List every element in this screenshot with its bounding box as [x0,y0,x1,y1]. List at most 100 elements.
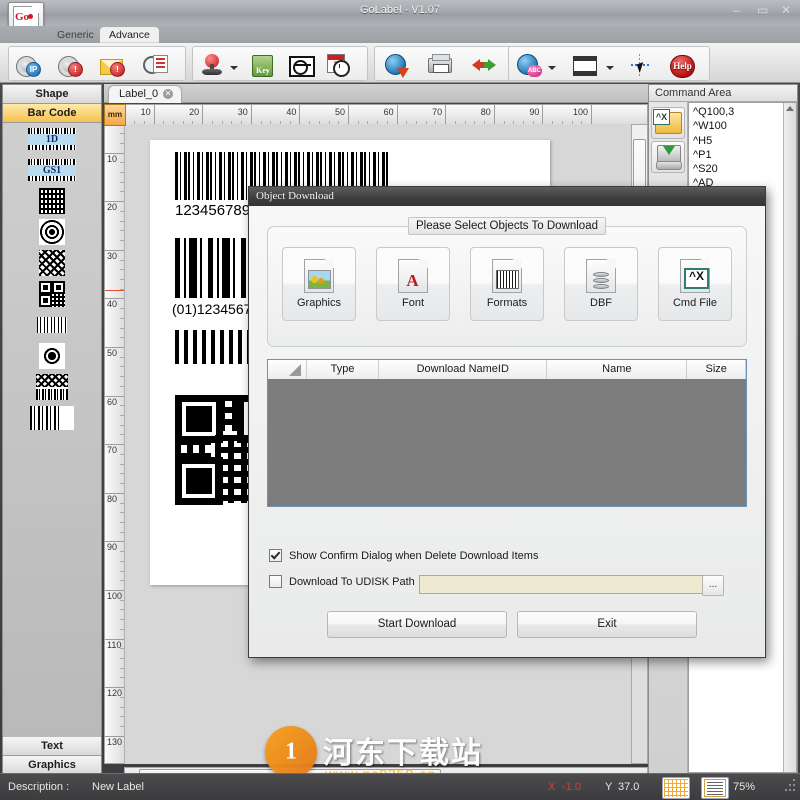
udisk-path-input[interactable] [419,575,704,594]
minimize-button[interactable]: – [732,4,746,18]
pdf417-icon [37,317,67,333]
tab-generic[interactable]: Generic [48,27,103,43]
application-window: GoLabel - V1.07 – ▭ ✕ Go Generic Advance… [0,0,800,800]
abc-badge-icon: ABC [527,65,542,77]
document-tab-label_0[interactable]: Label_0✕ [108,85,182,103]
download-udisk-option[interactable]: Download To UDISK Path ... [269,575,729,588]
ruler-tick [251,105,252,125]
ruler-tick-label: 20 [107,202,117,212]
font-object-button[interactable]: A Font [376,247,450,321]
exchange-arrows-icon[interactable] [471,52,497,78]
qrcode-icon [39,281,65,307]
graphics-object-button[interactable]: Graphics [282,247,356,321]
grid-header-size[interactable]: Size [687,360,746,379]
window-title: GoLabel - V1.07 [0,4,800,16]
status-resize-grip[interactable] [784,778,796,796]
toggle-grid-button[interactable] [662,777,690,799]
help-icon: Help [670,55,695,78]
language-dropdown-arrow[interactable] [547,63,556,72]
sidebar-button-shape[interactable]: Shape [3,85,101,104]
ruler-tick [542,105,543,125]
document-tab-close-icon[interactable]: ✕ [163,89,173,99]
download-items-grid[interactable]: Type Download NameID Name Size [267,359,747,507]
search-printer-icon[interactable] [143,52,169,78]
object-select-group: Please Select Objects To Download Graphi… [267,226,747,347]
sidebar-button-text[interactable]: Text [3,737,101,756]
ribbon-tabstrip: Generic Advance [0,26,800,43]
rtc-oval-icon[interactable] [287,52,313,78]
show-confirm-dialog-checkbox[interactable] [269,549,282,562]
ruler-tick [494,105,495,125]
dbf-object-button[interactable]: DBF [564,247,638,321]
barcode-code128-item[interactable] [3,402,101,433]
sidebar-button-barcode[interactable]: Bar Code [3,104,101,123]
grid-icon [664,779,688,797]
grid-header-name[interactable]: Name [547,360,687,379]
udisk-browse-button[interactable]: ... [702,575,724,596]
cmd-file-badge-icon: ^X [653,109,670,125]
barcode-composite-item[interactable] [3,371,101,402]
barcode-qrcode-item[interactable] [3,278,101,309]
grid-select-all-header[interactable] [268,360,307,379]
barcode-pdf417-item[interactable] [3,309,101,340]
clock-icon [333,60,350,77]
barcode-gs1-item[interactable]: GS1 [3,154,101,185]
barcode-1d-item[interactable]: 1D [3,123,101,154]
exit-button[interactable]: Exit [517,611,697,638]
formats-object-button[interactable]: Formats [470,247,544,321]
page-view-button[interactable] [701,777,729,799]
object-download-dialog[interactable]: Object Download Please Select Objects To… [248,186,766,658]
scroll-up-arrow-icon[interactable] [786,106,794,111]
printer-label-icon[interactable] [427,52,453,78]
barcode-type-list[interactable]: 1D GS1 [3,123,101,737]
ruler-tick-label: 60 [384,107,397,117]
barcode-gs1-label: GS1 [28,165,76,176]
ruler-tick [299,105,300,125]
label-template-icon[interactable] [571,52,597,78]
printer-alert-setup-icon[interactable]: ! [57,52,83,78]
cmd-file-icon: ^X [680,259,710,293]
language-globe-icon[interactable]: ABC [515,52,541,78]
security-key-icon[interactable]: Key [249,52,275,78]
page-icon [704,779,726,797]
mail-alert-icon[interactable]: ! [99,52,125,78]
minimize-icon: – [733,3,740,17]
ruler-tick-label: 80 [107,494,117,504]
ruler-unit-box[interactable]: mm [104,104,126,126]
start-download-button[interactable]: Start Download [327,611,507,638]
maximize-button[interactable]: ▭ [756,4,770,18]
alignment-crosshair-icon[interactable] [627,52,653,78]
open-cmd-file-button[interactable]: ^X [651,107,685,139]
app-logo-text: Go [15,11,29,23]
grid-body[interactable] [268,379,746,506]
show-confirm-dialog-option[interactable]: Show Confirm Dialog when Delete Download… [269,549,538,562]
download-globe-icon[interactable] [383,52,409,78]
help-button[interactable]: Help [669,52,695,78]
close-button[interactable]: ✕ [780,4,794,18]
label-icon [573,56,597,76]
barcode-maxicode-item[interactable] [3,340,101,371]
download-cmd-button[interactable] [651,141,685,173]
cmd-file-object-button[interactable]: ^X Cmd File [658,247,732,321]
document-tabbar: Label_0✕ [104,84,648,103]
label-dropdown-arrow[interactable] [605,63,614,72]
printer-ip-setup-icon[interactable]: IP [15,52,41,78]
barcode-1d-icon: 1D [28,128,76,150]
ruler-tick-label: 40 [286,107,299,117]
barcode-aztec-item[interactable] [3,216,101,247]
grid-header-type[interactable]: Type [307,360,380,379]
download-udisk-checkbox[interactable] [269,575,282,588]
object-buttons-row: Graphics A Font Formats [282,247,732,321]
command-line: ^W100 [693,119,796,133]
command-area-scrollbar[interactable] [783,103,796,772]
barcode-datamatrix-item[interactable] [3,185,101,216]
barcode-datamatrix2-item[interactable] [3,247,101,278]
joystick-dropdown-arrow[interactable] [229,63,238,72]
tab-advance[interactable]: Advance [100,27,159,43]
grid-header-download-nameid[interactable]: Download NameID [379,360,547,379]
composite-barcode-icon [36,374,68,400]
calendar-clock-icon[interactable]: 7 [325,52,351,78]
ruler-tick [154,105,155,125]
ruler-tick [445,105,446,125]
joystick-icon[interactable] [199,52,225,78]
